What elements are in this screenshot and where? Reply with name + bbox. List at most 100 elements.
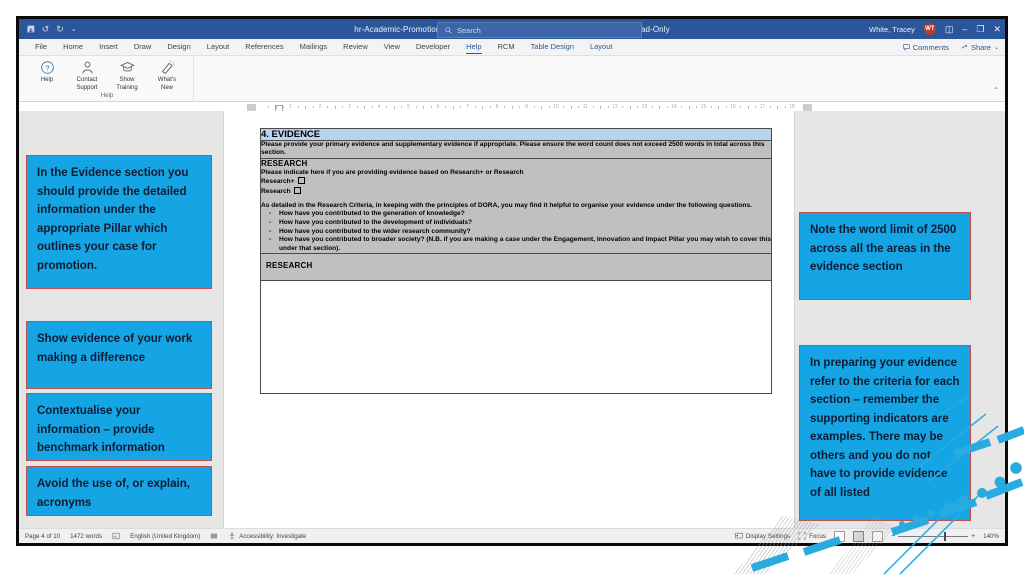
ruler-number: 16: [730, 104, 736, 110]
callout-acronyms: Avoid the use of, or explain, acronyms: [26, 466, 212, 516]
ruler-tick: [688, 106, 690, 109]
ruler-tick: [696, 106, 698, 108]
contact-support-button[interactable]: Contact Support: [69, 59, 105, 91]
evidence-table: 4. EVIDENCE Please provide your primary …: [260, 128, 772, 395]
ruler-tick: [393, 106, 395, 109]
undo-icon[interactable]: ↺: [42, 24, 50, 34]
word-count-status[interactable]: 1472 words: [70, 533, 102, 540]
research-answer-cell[interactable]: [260, 280, 772, 395]
zoom-level-label[interactable]: 140%: [983, 533, 999, 540]
ruler-tick: [327, 106, 329, 108]
tab-insert[interactable]: Insert: [91, 39, 126, 55]
read-mode-icon[interactable]: [833, 530, 845, 542]
svg-text:?: ?: [45, 63, 49, 72]
accessibility-status[interactable]: Accessibility: Investigate: [228, 532, 306, 540]
focus-button[interactable]: Focus: [798, 532, 826, 540]
tab-draw[interactable]: Draw: [126, 39, 160, 55]
ruler-tick: [423, 106, 425, 109]
tab-rcm[interactable]: RCM: [490, 39, 523, 55]
zoom-out-button[interactable]: −: [891, 533, 895, 540]
save-icon[interactable]: 🖪: [27, 24, 35, 34]
ruler-tick: [725, 106, 727, 108]
research-plus-option: Research+: [261, 177, 771, 186]
qat-more-chevron-down-icon[interactable]: ⌄: [71, 26, 77, 33]
research-indicate-paragraph: Please indicate here if you are providin…: [261, 168, 524, 176]
ruler-tick: [622, 106, 624, 108]
collapse-ribbon-chevron-up-icon[interactable]: ⌃: [992, 86, 999, 95]
ruler-number: 15: [700, 104, 707, 110]
comments-button[interactable]: Comments: [903, 43, 949, 52]
tab-table-design[interactable]: Table Design: [523, 39, 582, 55]
share-button[interactable]: Share ⌄: [961, 43, 999, 52]
tab-table-layout[interactable]: Layout: [582, 39, 621, 55]
track-changes-icon[interactable]: [210, 532, 218, 540]
zoom-handle[interactable]: [944, 531, 947, 541]
ruler-number: 4: [377, 104, 381, 110]
tab-design[interactable]: Design: [159, 39, 198, 55]
ruler-number: 8: [495, 104, 499, 110]
ruler-number: 17: [759, 104, 766, 110]
ruler-tick: [275, 106, 277, 109]
proofing-errors-icon[interactable]: [112, 532, 120, 540]
zoom-slider[interactable]: − +: [891, 531, 975, 541]
tab-help[interactable]: Help: [458, 39, 489, 55]
ruler-tick: [578, 106, 580, 108]
tab-developer[interactable]: Developer: [408, 39, 458, 55]
ruler-number: 6: [436, 104, 440, 110]
help-button[interactable]: ? Help: [29, 59, 65, 84]
research-checkbox[interactable]: [293, 186, 301, 194]
ruler-tick: [769, 106, 771, 108]
whats-new-button[interactable]: What's New: [149, 59, 185, 91]
ruler-track: 1 2 3 4 5 6 7 8 9 10 11 12 13 14 15 16 17 18: [247, 104, 812, 112]
search-box[interactable]: Search: [437, 22, 642, 38]
tab-file[interactable]: File: [27, 39, 55, 55]
research-option: Research: [261, 186, 771, 196]
tab-home[interactable]: Home: [55, 39, 91, 55]
ruler-tick: [474, 106, 476, 108]
minimize-button[interactable]: –: [962, 24, 967, 34]
close-button[interactable]: ✕: [993, 24, 1001, 34]
tab-references[interactable]: References: [237, 39, 291, 55]
help-button-label: Help: [40, 77, 54, 83]
display-settings-button[interactable]: Display Settings: [735, 532, 790, 540]
zoom-in-button[interactable]: +: [971, 533, 975, 540]
callout-word-limit: Note the word limit of 2500 across all t…: [799, 212, 971, 300]
tab-mailings[interactable]: Mailings: [292, 39, 336, 55]
language-status[interactable]: English (United Kingdom): [130, 533, 200, 540]
ruler-tick: [710, 106, 712, 108]
intro-paragraph: Please provide your primary evidence and…: [261, 141, 765, 157]
research-instructions-cell: RESEARCH Please indicate here if you are…: [260, 157, 772, 255]
ruler-tick: [511, 106, 513, 109]
web-layout-icon[interactable]: [871, 530, 883, 542]
redo-icon[interactable]: ↻: [56, 24, 64, 34]
ribbon-display-options-icon[interactable]: ◫: [945, 24, 954, 34]
ruler-tick: [297, 106, 299, 108]
share-chevron-down-icon[interactable]: ⌄: [994, 44, 999, 51]
questions-list: - How have you contributed to the generat…: [261, 210, 771, 253]
account-name[interactable]: White, Tracey: [869, 25, 915, 34]
tab-view[interactable]: View: [376, 39, 408, 55]
display-settings-icon: [735, 532, 743, 539]
ruler-tick: [570, 106, 572, 109]
restore-button[interactable]: ❐: [976, 24, 984, 34]
tab-layout[interactable]: Layout: [199, 39, 238, 55]
print-layout-icon[interactable]: [852, 530, 864, 542]
list-item: - How have you contributed to the wider r…: [269, 227, 471, 235]
comments-label: Comments: [912, 42, 949, 52]
ruler-tick: [364, 106, 366, 109]
tab-review[interactable]: Review: [335, 39, 376, 55]
ruler-tick: [334, 106, 336, 109]
ruler-number: 7: [466, 104, 469, 110]
research-plus-checkbox[interactable]: [297, 177, 305, 185]
ruler-tick: [718, 106, 720, 109]
ribbon-group-help: ? Help Contact Support Show Training Wha…: [25, 56, 194, 101]
zoom-track[interactable]: [898, 531, 969, 541]
ruler-tick: [519, 106, 521, 108]
page-number-status[interactable]: Page 4 of 10: [25, 533, 60, 540]
title-bar-right: White, Tracey WT ◫ – ❐ ✕: [869, 19, 1001, 39]
avatar[interactable]: WT: [923, 23, 936, 35]
show-training-label-1: Show: [119, 77, 135, 83]
section-heading-cell: 4. EVIDENCE: [260, 128, 772, 141]
ruler-tick: [681, 106, 683, 108]
show-training-button[interactable]: Show Training: [109, 59, 145, 91]
